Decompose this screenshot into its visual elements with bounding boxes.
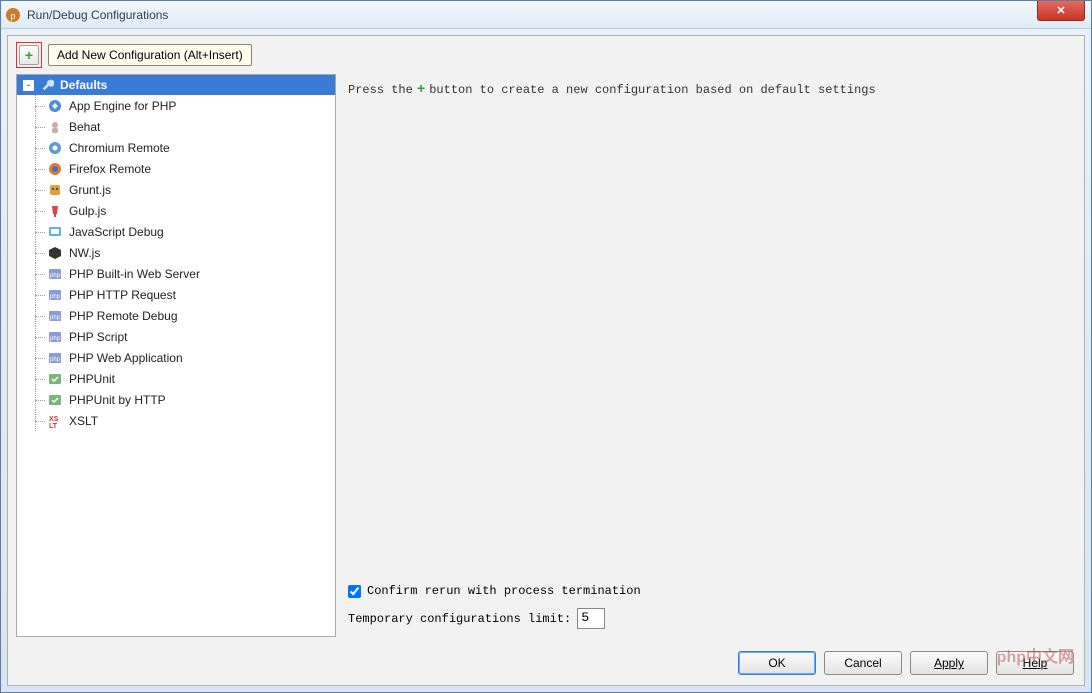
svg-text:php: php [50,294,61,300]
svg-text:p: p [10,11,15,21]
chromium-icon [47,140,63,156]
temp-limit-option: Temporary configurations limit: [348,608,1068,629]
tree-root-label: Defaults [60,78,107,92]
apply-button[interactable]: Apply [910,651,988,675]
tree-item[interactable]: NW.js [17,242,335,263]
tree-item-label: Behat [69,120,100,134]
svg-text:LT: LT [49,423,58,429]
confirm-rerun-checkbox[interactable] [348,585,361,598]
gulp-icon [47,203,63,219]
tree-item[interactable]: PHPUnit [17,368,335,389]
tree-item-label: PHP Script [69,330,127,344]
svg-text:php: php [50,336,61,342]
tree-item[interactable]: Behat [17,116,335,137]
close-button[interactable]: ✕ [1037,1,1085,21]
xslt-icon: XSLT [47,413,63,429]
cancel-button[interactable]: Cancel [824,651,902,675]
nwjs-icon [47,245,63,261]
titlebar[interactable]: p Run/Debug Configurations ✕ [1,1,1091,29]
tree-item-label: Firefox Remote [69,162,151,176]
create-config-hint: Press the + button to create a new confi… [344,78,1072,102]
firefox-icon [47,161,63,177]
phpunit-icon [47,392,63,408]
tree-item[interactable]: Chromium Remote [17,137,335,158]
confirm-rerun-option[interactable]: Confirm rerun with process termination [348,584,1068,598]
spacer [344,102,1072,580]
tree-item-label: PHP Web Application [69,351,183,365]
tree-item-label: PHPUnit by HTTP [69,393,166,407]
main-content: - Defaults App Engine for PHP Behat Chromi… [16,74,1076,637]
help-button[interactable]: Help [996,651,1074,675]
php-icon: php [47,266,63,282]
ok-button[interactable]: OK [738,651,816,675]
tree-item[interactable]: JavaScript Debug [17,221,335,242]
php-icon: php [47,350,63,366]
tree-item-label: PHP Built-in Web Server [69,267,200,281]
tree-item[interactable]: XSLTXSLT [17,410,335,431]
collapse-icon[interactable]: - [23,80,34,91]
tree-item-label: Grunt.js [69,183,111,197]
tree-item-label: JavaScript Debug [69,225,164,239]
tree-item[interactable]: PHPUnit by HTTP [17,389,335,410]
close-icon: ✕ [1056,4,1065,17]
tree-item-label: PHPUnit [69,372,115,386]
jsdebug-icon [47,224,63,240]
php-icon: php [47,308,63,324]
tree-item-label: App Engine for PHP [69,99,176,113]
tree-item[interactable]: Gulp.js [17,200,335,221]
hint-prefix: Press the [348,83,413,97]
dialog-window: p Run/Debug Configurations ✕ + Add New C… [0,0,1092,693]
window-title: Run/Debug Configurations [27,8,168,22]
tree-item-label: PHP HTTP Request [69,288,176,302]
svg-text:XS: XS [49,416,59,423]
tree-item-label: XSLT [69,414,98,428]
tree-item[interactable]: php PHP HTTP Request [17,284,335,305]
svg-text:php: php [50,357,61,363]
plus-icon: + [25,47,33,63]
tree-item-label: NW.js [69,246,100,260]
wrench-icon [40,78,54,92]
svg-text:php: php [50,273,61,279]
grunt-icon [47,182,63,198]
tree-item-label: Chromium Remote [69,141,170,155]
dialog-buttons: OK Cancel Apply Help [8,645,1084,685]
temp-limit-input[interactable] [577,608,605,629]
appengine-icon [47,98,63,114]
tree-item[interactable]: php PHP Built-in Web Server [17,263,335,284]
app-icon: p [5,7,21,23]
tree-item[interactable]: Firefox Remote [17,158,335,179]
default-options: Confirm rerun with process termination T… [344,580,1072,633]
php-icon: php [47,287,63,303]
details-pane: Press the + button to create a new confi… [344,74,1076,637]
add-button-highlight: + [16,42,42,68]
hint-suffix: button to create a new configuration bas… [429,83,875,97]
add-button-tooltip: Add New Configuration (Alt+Insert) [48,44,252,66]
confirm-rerun-label: Confirm rerun with process termination [367,584,641,598]
configurations-tree[interactable]: - Defaults App Engine for PHP Behat Chromi… [16,74,336,637]
dialog-body: + Add New Configuration (Alt+Insert) - D… [7,35,1085,686]
tree-item[interactable]: php PHP Web Application [17,347,335,368]
toolbar: + Add New Configuration (Alt+Insert) [8,36,1084,68]
svg-text:php: php [50,315,61,321]
php-icon: php [47,329,63,345]
phpunit-icon [47,371,63,387]
tree-item-label: PHP Remote Debug [69,309,178,323]
tree-item[interactable]: php PHP Script [17,326,335,347]
tree-item-label: Gulp.js [69,204,106,218]
temp-limit-label: Temporary configurations limit: [348,612,571,626]
tree-item[interactable]: App Engine for PHP [17,95,335,116]
add-configuration-button[interactable]: + [19,45,39,65]
plus-icon: + [417,82,425,98]
behat-icon [47,119,63,135]
tree-item[interactable]: php PHP Remote Debug [17,305,335,326]
tree-root-defaults[interactable]: - Defaults [17,75,335,95]
tree-item[interactable]: Grunt.js [17,179,335,200]
